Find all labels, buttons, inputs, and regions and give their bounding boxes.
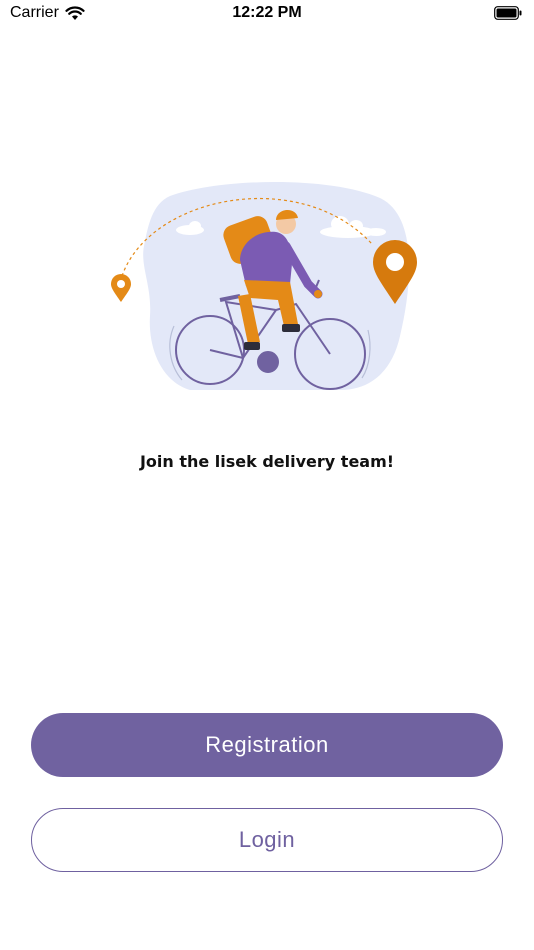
status-time: 12:22 PM xyxy=(232,4,302,21)
tagline: Join the lisek delivery team! xyxy=(139,452,395,471)
login-button[interactable]: Login xyxy=(31,808,503,872)
status-bar: Carrier 12:22 PM xyxy=(0,0,534,28)
battery-icon xyxy=(494,6,522,20)
registration-button[interactable]: Registration xyxy=(31,713,503,777)
courier-illustration xyxy=(111,182,417,390)
location-pin-icon xyxy=(111,274,131,302)
